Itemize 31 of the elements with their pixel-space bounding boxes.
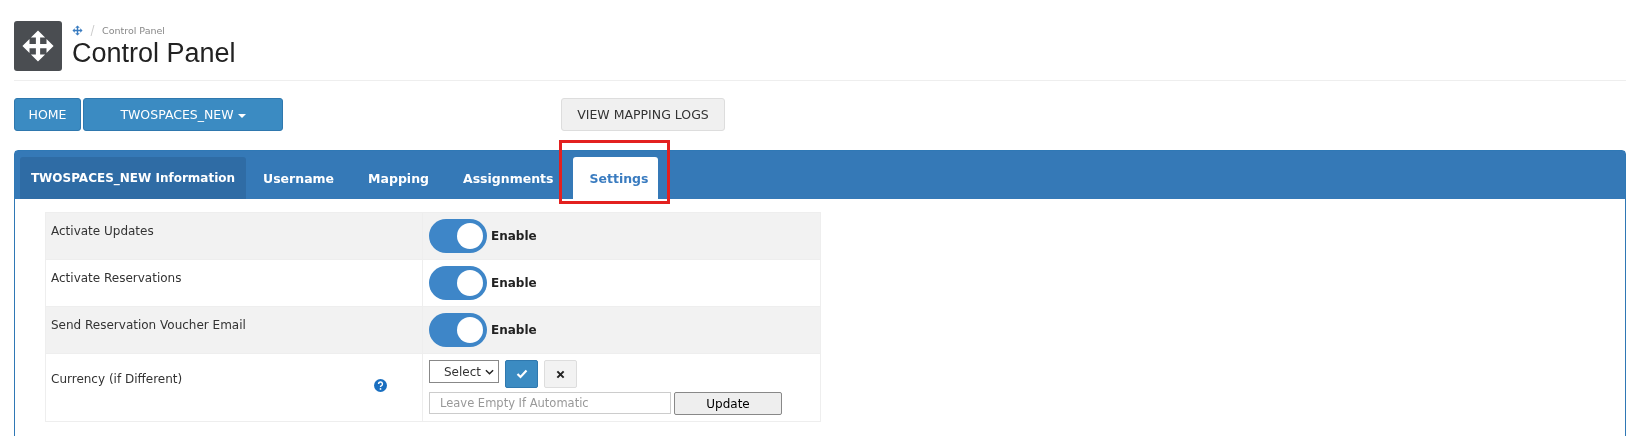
view-logs-button[interactable]: VIEW MAPPING LOGS	[561, 98, 725, 131]
toggle-state-label: Enable	[491, 229, 537, 243]
tab[interactable]: Mapping	[351, 157, 446, 199]
setting-label: Send Reservation Voucher Email	[51, 318, 246, 332]
setting-label: Currency (if Different)	[51, 371, 183, 386]
setting-label: Activate Updates	[51, 224, 154, 238]
move-logo-icon	[14, 21, 62, 71]
project-dropdown[interactable]: TWOSPACES_NEW	[83, 98, 283, 131]
setting-label: Activate Reservations	[51, 271, 182, 285]
toggle-state-label: Enable	[491, 276, 537, 290]
confirm-button[interactable]	[505, 360, 539, 388]
help-icon[interactable]	[374, 379, 387, 392]
home-button[interactable]: HOME	[14, 98, 81, 131]
page-title: Control Panel	[72, 37, 236, 69]
toggle-switch[interactable]	[429, 313, 487, 347]
clear-button[interactable]	[544, 360, 578, 388]
tab[interactable]: Settings	[572, 157, 658, 199]
currency-select[interactable]: Select	[429, 360, 500, 383]
close-icon	[556, 369, 566, 379]
toggle-switch[interactable]	[429, 219, 487, 253]
check-icon	[515, 369, 528, 379]
toggle-state-label: Enable	[491, 323, 537, 337]
tab[interactable]: Username	[246, 157, 352, 199]
toggle-switch[interactable]	[429, 266, 487, 300]
update-button[interactable]: Update	[674, 392, 782, 415]
currency-input[interactable]: Leave Empty If Automatic	[429, 392, 671, 414]
breadcrumb-item: Control Panel	[102, 24, 165, 36]
chevron-icon	[485, 368, 495, 375]
tab[interactable]: Assignments	[446, 157, 571, 199]
move-icon[interactable]	[72, 24, 83, 36]
tab[interactable]: TWOSPACES_NEW Information	[20, 157, 246, 199]
